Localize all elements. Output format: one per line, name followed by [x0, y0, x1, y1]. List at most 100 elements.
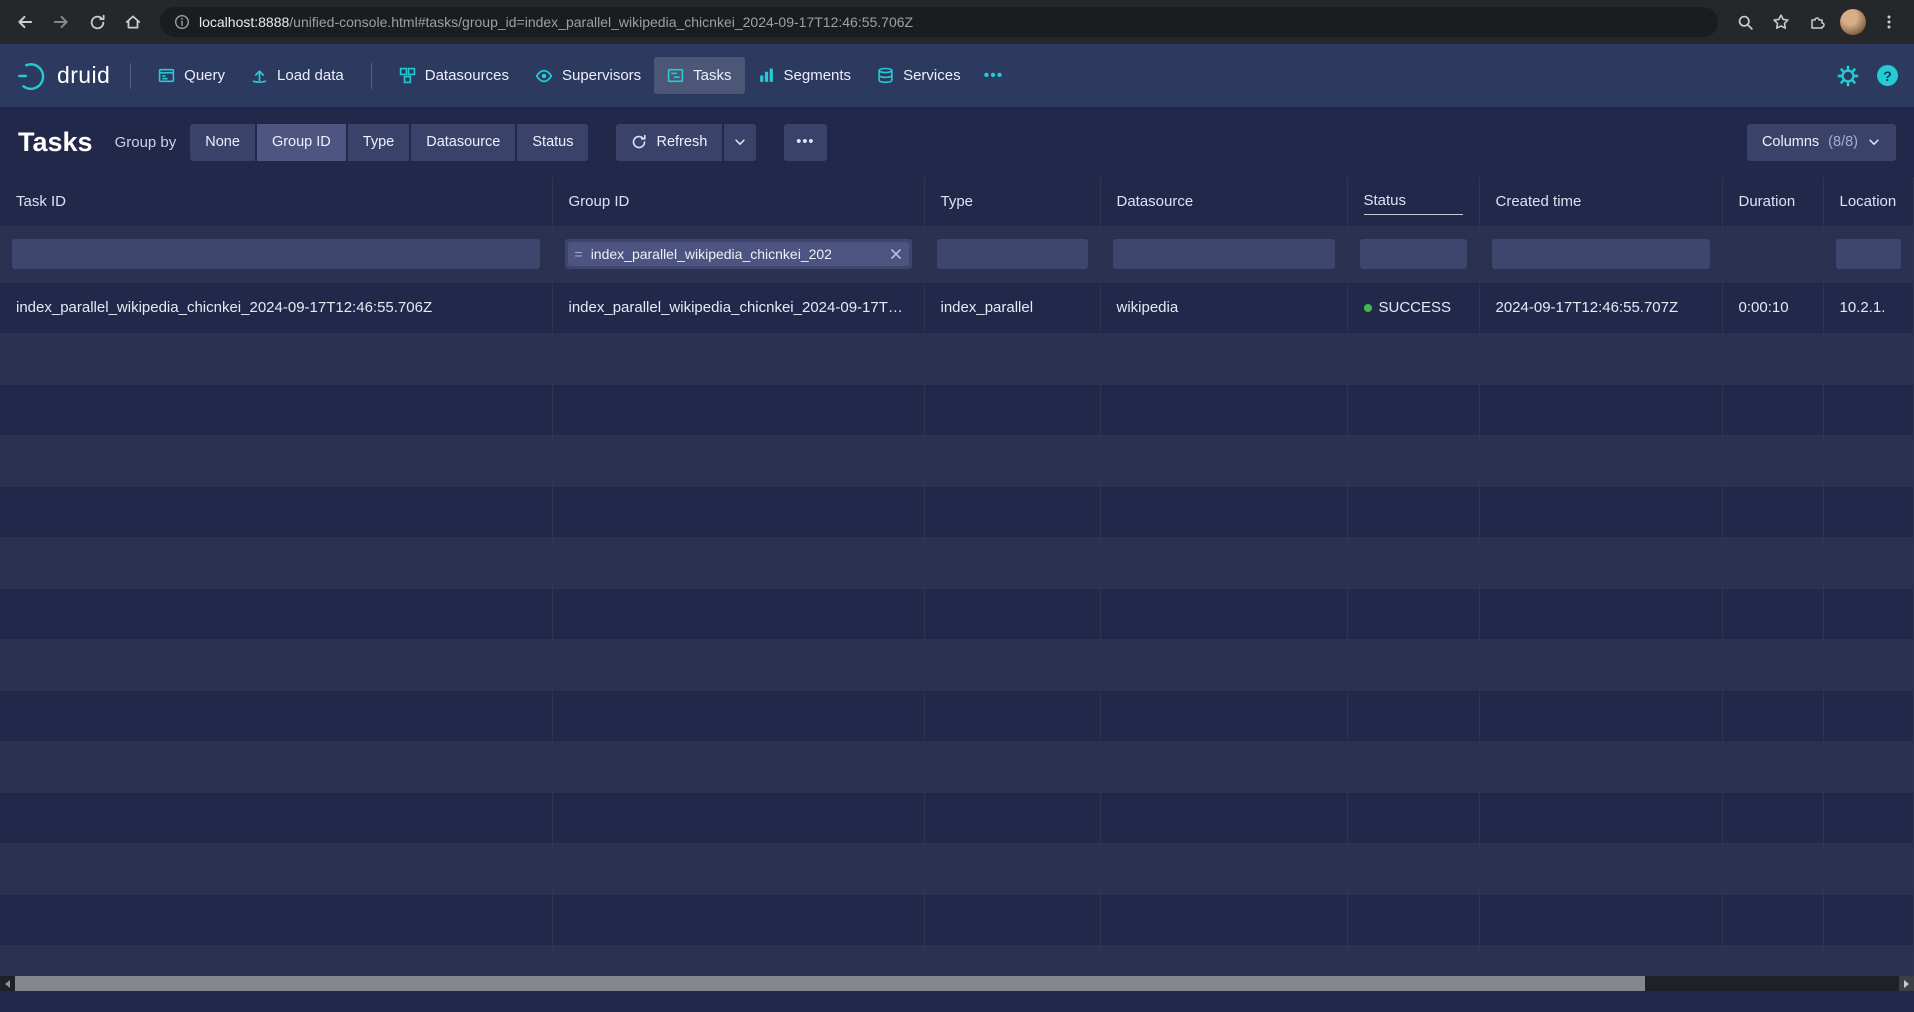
- remove-filter-icon[interactable]: [890, 248, 902, 260]
- reload-button[interactable]: [80, 5, 114, 39]
- empty-table-row: [0, 945, 1914, 976]
- gear-icon: [1837, 65, 1859, 87]
- group-by-group-id-button[interactable]: Group ID: [257, 124, 346, 161]
- profile-button[interactable]: [1836, 5, 1870, 39]
- navbar-divider: [371, 63, 372, 89]
- group-by-status-button[interactable]: Status: [517, 124, 588, 161]
- url-bar[interactable]: localhost:8888/unified-console.html#task…: [160, 7, 1718, 37]
- empty-table-row: [0, 435, 1914, 486]
- column-header-duration[interactable]: Duration: [1722, 177, 1823, 226]
- columns-count: (8/8): [1828, 134, 1858, 150]
- help-icon: ?: [1883, 68, 1892, 84]
- druid-navbar: druid Query Load data Datasources Superv…: [0, 44, 1914, 107]
- nav-item-datasources[interactable]: Datasources: [386, 57, 522, 94]
- group-by-datasource-button[interactable]: Datasource: [411, 124, 515, 161]
- column-header-group-id[interactable]: Group ID: [552, 177, 924, 226]
- site-info-icon: [174, 14, 190, 30]
- column-header-created-time[interactable]: Created time: [1479, 177, 1722, 226]
- column-header-task-id[interactable]: Task ID: [0, 177, 552, 226]
- group-by-label: Group by: [115, 134, 177, 151]
- group-by-type-button[interactable]: Type: [348, 124, 409, 161]
- location-filter-input[interactable]: [1836, 239, 1902, 269]
- forward-button[interactable]: [44, 5, 78, 39]
- refresh-label: Refresh: [656, 134, 707, 150]
- nav-item-label: Services: [903, 67, 961, 84]
- group-id-filter-tag: = index_parallel_wikipedia_chicnkei_202: [568, 242, 909, 266]
- home-button[interactable]: [116, 5, 150, 39]
- columns-button[interactable]: Columns (8/8): [1747, 124, 1896, 161]
- cell-created-time: 2024-09-17T12:46:55.707Z: [1479, 282, 1722, 333]
- tasks-page-header: Tasks Group by None Group ID Type Dataso…: [0, 107, 1914, 177]
- extensions-button[interactable]: [1800, 5, 1834, 39]
- nav-item-label: Datasources: [425, 67, 509, 84]
- nav-more-button[interactable]: •••: [974, 57, 1014, 95]
- nav-item-query[interactable]: Query: [145, 57, 238, 94]
- nav-item-label: Tasks: [693, 67, 731, 84]
- refresh-interval-button[interactable]: [724, 124, 756, 161]
- nav-item-label: Load data: [277, 67, 344, 84]
- status-filter-input[interactable]: [1360, 239, 1467, 269]
- page-more-button[interactable]: •••: [784, 124, 826, 161]
- url-host: localhost:8888: [199, 14, 289, 30]
- scroll-left-button[interactable]: [0, 976, 15, 991]
- zoom-button[interactable]: [1728, 5, 1762, 39]
- brand-name: druid: [57, 62, 110, 89]
- tasks-table: Task ID Group ID Type Datasource Status …: [0, 177, 1914, 976]
- nav-item-services[interactable]: Services: [864, 57, 974, 94]
- bookmark-button[interactable]: [1764, 5, 1798, 39]
- browser-menu-button[interactable]: [1872, 5, 1906, 39]
- task-row[interactable]: index_parallel_wikipedia_chicnkei_2024-0…: [0, 282, 1914, 333]
- url-path: /unified-console.html#tasks/group_id=ind…: [289, 14, 913, 30]
- empty-table-row: [0, 639, 1914, 690]
- druid-logo-icon: [16, 60, 48, 92]
- cell-location: 10.2.1.: [1823, 282, 1914, 333]
- settings-button[interactable]: [1837, 65, 1859, 87]
- column-header-status[interactable]: Status: [1347, 177, 1479, 226]
- nav-item-load-data[interactable]: Load data: [238, 57, 357, 94]
- task-id-filter-input[interactable]: [12, 239, 540, 269]
- table-filter-row: = index_parallel_wikipedia_chicnkei_202: [0, 226, 1914, 282]
- scrollbar-track[interactable]: [15, 976, 1899, 991]
- cell-group-id: index_parallel_wikipedia_chicnkei_2024-0…: [552, 282, 924, 333]
- refresh-icon: [631, 134, 647, 150]
- empty-table-row: [0, 741, 1914, 792]
- avatar: [1840, 9, 1866, 35]
- group-by-none-button[interactable]: None: [190, 124, 255, 161]
- created-time-filter-input[interactable]: [1492, 239, 1710, 269]
- back-button[interactable]: [8, 5, 42, 39]
- column-header-location[interactable]: Location: [1823, 177, 1914, 226]
- scrollbar-thumb[interactable]: [15, 976, 1645, 991]
- zoom-icon: [1737, 14, 1754, 31]
- segments-icon: [758, 67, 775, 84]
- nav-item-tasks[interactable]: Tasks: [654, 57, 744, 94]
- type-filter-input[interactable]: [937, 239, 1088, 269]
- refresh-split-button: Refresh: [616, 124, 756, 161]
- supervisors-icon: [535, 67, 553, 85]
- cell-type: index_parallel: [924, 282, 1100, 333]
- navbar-divider: [130, 63, 131, 89]
- nav-item-supervisors[interactable]: Supervisors: [522, 57, 654, 95]
- scroll-left-icon: [5, 980, 10, 988]
- browser-toolbar: localhost:8888/unified-console.html#task…: [0, 0, 1914, 44]
- page-bottom-padding: [0, 991, 1914, 1012]
- datasource-filter-input[interactable]: [1113, 239, 1335, 269]
- help-button[interactable]: ?: [1877, 65, 1898, 86]
- druid-logo[interactable]: druid: [16, 60, 110, 92]
- cell-duration: 0:00:10: [1722, 282, 1823, 333]
- nav-item-segments[interactable]: Segments: [745, 57, 865, 94]
- star-icon: [1772, 13, 1790, 31]
- column-header-type[interactable]: Type: [924, 177, 1100, 226]
- refresh-button[interactable]: Refresh: [616, 124, 722, 161]
- horizontal-scrollbar[interactable]: [0, 976, 1914, 991]
- services-icon: [877, 67, 894, 84]
- table-header-row: Task ID Group ID Type Datasource Status …: [0, 177, 1914, 226]
- group-id-filter-input[interactable]: = index_parallel_wikipedia_chicnkei_202: [565, 239, 912, 269]
- datasources-icon: [399, 67, 416, 84]
- column-header-datasource[interactable]: Datasource: [1100, 177, 1347, 226]
- extensions-icon: [1808, 13, 1826, 31]
- cell-status: SUCCESS: [1347, 282, 1479, 333]
- scroll-right-button[interactable]: [1899, 976, 1914, 991]
- empty-table-row: [0, 537, 1914, 588]
- cell-datasource: wikipedia: [1100, 282, 1347, 333]
- query-icon: [158, 67, 175, 84]
